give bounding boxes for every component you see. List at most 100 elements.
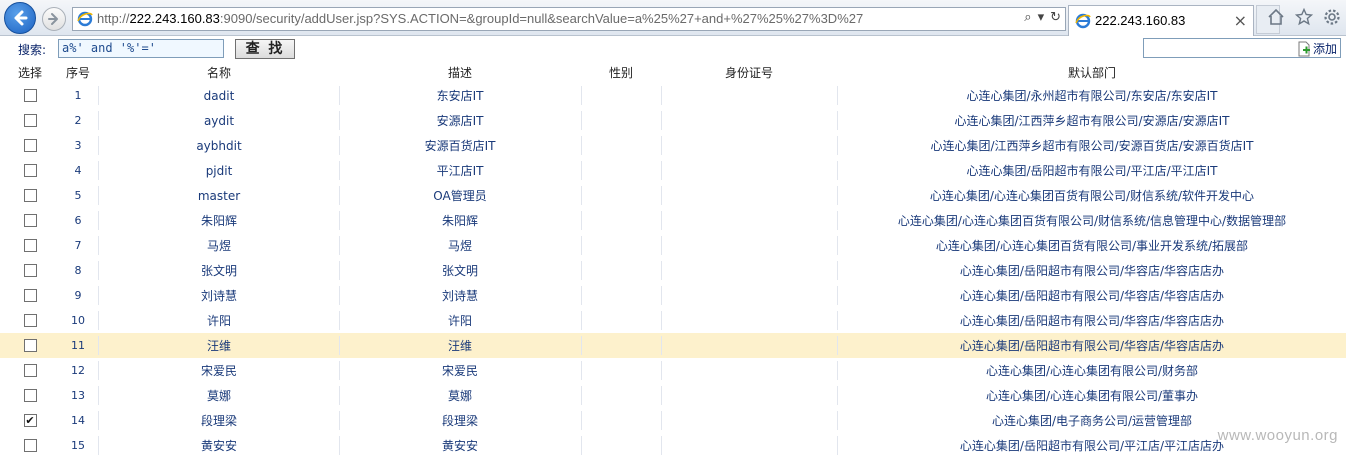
- cell-desc: OA管理员: [433, 189, 487, 203]
- cell-id-number: [662, 158, 836, 183]
- address-bar[interactable]: http://222.243.160.83:9090/security/addU…: [72, 7, 1066, 31]
- column-divider: [581, 211, 582, 230]
- search-input[interactable]: a%' and '%'=': [58, 39, 224, 58]
- cell-seq: 5: [74, 189, 82, 202]
- cell-seq: 8: [74, 264, 82, 277]
- cell-select: [10, 108, 50, 133]
- cell-seq: 9: [74, 289, 82, 302]
- cell-id-number: [662, 183, 836, 208]
- row-checkbox[interactable]: [23, 339, 37, 352]
- cell-id-number: [662, 208, 836, 233]
- cell-select: ✔: [10, 408, 50, 433]
- row-checkbox[interactable]: [23, 289, 37, 302]
- cell-desc: 许阳: [447, 314, 472, 328]
- dropdown-icon[interactable]: ▾: [1038, 10, 1045, 25]
- table-row[interactable]: 3 aybhdit 安源百货店IT 心连心集团/江西萍乡超市有限公司/安源百货店/安源…: [0, 133, 1346, 158]
- column-divider: [98, 311, 99, 330]
- table-row[interactable]: 2 aydit 安源店IT 心连心集团/江西萍乡超市有限公司/安源店/安源店IT: [0, 108, 1346, 133]
- cell-seq: 11: [71, 339, 85, 352]
- column-divider: [581, 236, 582, 255]
- row-checkbox[interactable]: ✔: [23, 414, 37, 427]
- column-divider: [837, 236, 838, 255]
- row-checkbox[interactable]: [23, 114, 37, 127]
- cell-seq: 10: [71, 314, 85, 327]
- column-divider: [661, 286, 662, 305]
- cell-seq: 7: [74, 239, 82, 252]
- cell-select: [10, 133, 50, 158]
- search-bar: 搜索: a%' and '%'=' 查 找 添加: [0, 37, 1346, 61]
- row-checkbox[interactable]: [23, 239, 37, 252]
- column-divider: [339, 186, 340, 205]
- cell-desc: 张文明: [441, 264, 478, 278]
- row-checkbox[interactable]: [23, 189, 37, 202]
- search-button[interactable]: 查 找: [235, 39, 295, 59]
- cell-id-number: [662, 133, 836, 158]
- add-field: 添加: [1143, 38, 1341, 58]
- cell-name: 张文明: [200, 264, 237, 278]
- cell-name: 许阳: [206, 314, 231, 328]
- table-row[interactable]: 7 马煜 马煜 心连心集团/心连心集团百货有限公司/事业开发系统/拓展部: [0, 233, 1346, 258]
- column-divider: [339, 161, 340, 180]
- cell-seq: 14: [71, 414, 85, 427]
- browser-tab[interactable]: 222.243.160.83 ×: [1068, 5, 1254, 36]
- header-desc: 描述: [447, 66, 472, 80]
- cell-seq: 12: [71, 364, 85, 377]
- row-checkbox[interactable]: [23, 214, 37, 227]
- add-document-icon: [1298, 41, 1310, 56]
- back-button[interactable]: [4, 2, 36, 34]
- table-row[interactable]: 11 汪维 汪维 心连心集团/岳阳超市有限公司/华容店/华容店店办: [0, 333, 1346, 358]
- row-checkbox[interactable]: [23, 364, 37, 377]
- column-divider: [339, 86, 340, 105]
- row-checkbox[interactable]: [23, 164, 37, 177]
- cell-gender: [582, 133, 660, 158]
- row-checkbox[interactable]: [23, 264, 37, 277]
- close-tab-icon[interactable]: ×: [1234, 11, 1247, 30]
- table-row[interactable]: 1 dadit 东安店IT 心连心集团/永州超市有限公司/东安店/东安店IT: [0, 83, 1346, 108]
- column-divider: [98, 111, 99, 130]
- cell-gender: [582, 233, 660, 258]
- header-name: 名称: [206, 66, 231, 80]
- table-row[interactable]: 12 宋爱民 宋爱民 心连心集团/心连心集团有限公司/财务部: [0, 358, 1346, 383]
- table-row[interactable]: 9 刘诗慧 刘诗慧 心连心集团/岳阳超市有限公司/华容店/华容店店办: [0, 283, 1346, 308]
- home-icon[interactable]: [1266, 6, 1286, 28]
- column-divider: [661, 386, 662, 405]
- refresh-icon[interactable]: ↻: [1050, 10, 1061, 25]
- add-button[interactable]: 添加: [1297, 40, 1337, 57]
- column-divider: [339, 411, 340, 430]
- search-icon[interactable]: ⌕: [1024, 10, 1031, 25]
- table-row[interactable]: 4 pjdit 平江店IT 心连心集团/岳阳超市有限公司/平江店/平江店IT: [0, 158, 1346, 183]
- table-row[interactable]: 6 朱阳辉 朱阳辉 心连心集团/心连心集团百货有限公司/财信系统/信息管理中心/数据管…: [0, 208, 1346, 233]
- cell-dept: 心连心集团/岳阳超市有限公司/平江店/平江店IT: [966, 164, 1218, 178]
- forward-button[interactable]: [42, 7, 66, 31]
- url-text[interactable]: http://222.243.160.83:9090/security/addU…: [97, 11, 863, 26]
- column-divider: [837, 261, 838, 280]
- table-row[interactable]: 5 master OA管理员 心连心集团/心连心集团百货有限公司/财信系统/软件开发中…: [0, 183, 1346, 208]
- table-row[interactable]: 13 莫娜 莫娜 心连心集团/心连心集团有限公司/董事办: [0, 383, 1346, 408]
- cell-desc: 段理梁: [441, 414, 478, 428]
- column-divider: [98, 136, 99, 155]
- cell-dept: 心连心集团/心连心集团百货有限公司/事业开发系统/拓展部: [935, 239, 1249, 253]
- cell-dept: 心连心集团/心连心集团有限公司/财务部: [985, 364, 1199, 378]
- cell-name: aydit: [203, 113, 235, 128]
- cell-seq: 4: [74, 164, 82, 177]
- cell-name: 汪维: [206, 339, 231, 353]
- column-divider: [98, 286, 99, 305]
- row-checkbox[interactable]: [23, 314, 37, 327]
- table-row[interactable]: ✔ 14 段理梁 段理梁 心连心集团/电子商务公司/运营管理部: [0, 408, 1346, 433]
- column-divider: [837, 411, 838, 430]
- settings-gear-icon[interactable]: [1322, 6, 1342, 28]
- column-divider: [837, 111, 838, 130]
- table-row[interactable]: 10 许阳 许阳 心连心集团/岳阳超市有限公司/华容店/华容店店办: [0, 308, 1346, 333]
- cell-select: [10, 158, 50, 183]
- cell-dept: 心连心集团/永州超市有限公司/东安店/东安店IT: [966, 89, 1218, 103]
- row-checkbox[interactable]: [23, 139, 37, 152]
- row-checkbox[interactable]: [23, 89, 37, 102]
- column-divider: [98, 261, 99, 280]
- column-divider: [339, 361, 340, 380]
- cell-dept: 心连心集团/岳阳超市有限公司/华容店/华容店店办: [959, 314, 1225, 328]
- favorites-star-icon[interactable]: [1294, 6, 1314, 28]
- cell-dept: 心连心集团/心连心集团百货有限公司/财信系统/软件开发中心: [929, 189, 1255, 203]
- row-checkbox[interactable]: [23, 389, 37, 402]
- table-row[interactable]: 8 张文明 张文明 心连心集团/岳阳超市有限公司/华容店/华容店店办: [0, 258, 1346, 283]
- cell-gender: [582, 83, 660, 108]
